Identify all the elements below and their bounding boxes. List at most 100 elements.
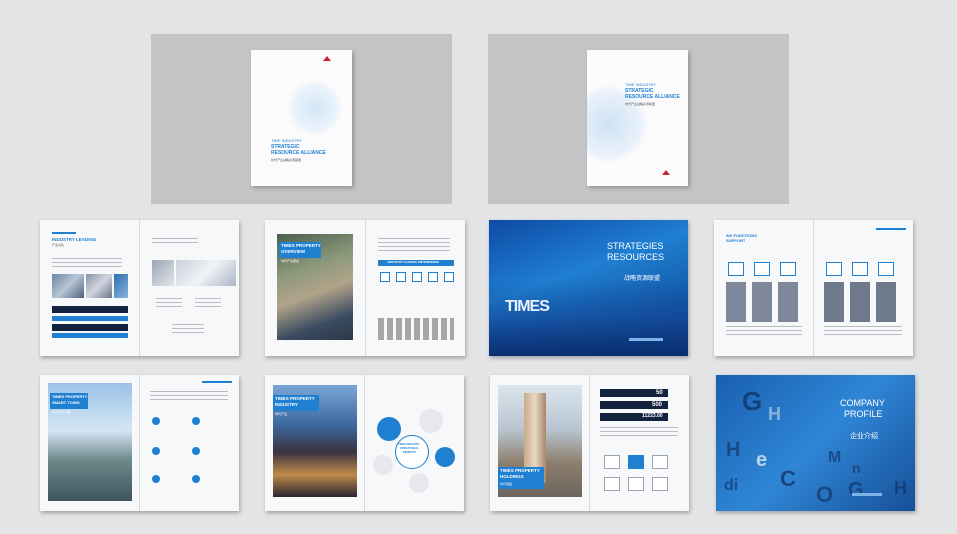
feature-icon [192, 417, 200, 425]
spread-title-line2: INDUSTRY [275, 402, 298, 407]
spread-title-line2: SMART TOWN [52, 400, 80, 405]
info-bar [52, 306, 128, 313]
brochure-spread-industry-leading: INDUSTRY LEADING 产业领先 [40, 220, 239, 356]
function-icon [878, 262, 894, 276]
benefit-circle [435, 447, 455, 467]
body-text [52, 258, 122, 268]
stat-value: 500 [652, 402, 663, 408]
info-bar [52, 333, 128, 338]
spread-subtitle: 企业介绍 [850, 433, 878, 440]
body-text [195, 298, 221, 308]
function-icon [754, 262, 770, 276]
service-icon [604, 455, 620, 469]
spread-subtitle: 时代产业小镇 [52, 410, 71, 414]
deco-letter: n [852, 460, 861, 476]
brochure-spread-strategies: TIMES STRATEGIES RESOURCES 战略资源联盟 [489, 220, 688, 356]
function-icon [728, 262, 744, 276]
spread-subtitle: 产业领先 [52, 243, 65, 247]
spread-title-line1: COMPANY [840, 398, 885, 408]
heading-rule [202, 381, 232, 383]
brochure-spread-smart-town: TIMES PROPERTY SMART TOWN 时代产业小镇 [40, 375, 239, 511]
photo-tech [114, 274, 128, 298]
deco-letter: di [724, 477, 739, 494]
service-icon [628, 477, 644, 491]
photo-crowd [86, 274, 112, 298]
deco-letter: H [894, 478, 907, 498]
stat-value: 50 [656, 390, 663, 396]
spread-title-line2: SUPPORT [726, 238, 746, 243]
body-text [172, 324, 204, 334]
deco-letter: e [756, 449, 768, 471]
body-text [824, 326, 902, 336]
benefit-circle [409, 473, 429, 493]
brochure-spread-overview: TIMES PROPERTY OVERVIEW 时代产业概述 INDUSTRY … [265, 220, 465, 356]
brochure-spread-six-functions: SIX FUNCTIONS SUPPORT [714, 220, 913, 356]
spread-subtitle: 时代控股 [500, 482, 513, 486]
function-icon [780, 262, 796, 276]
photo-lobby [489, 280, 688, 356]
function-icon [826, 262, 842, 276]
info-bar [52, 316, 128, 321]
spread-title-line1: STRATEGIES [607, 241, 664, 251]
heading-rule [52, 232, 76, 234]
cover-title-line3: RESOURCE ALLIANCE [271, 150, 326, 156]
service-icon [652, 455, 668, 469]
deco-letter: M [828, 449, 842, 466]
cover-title-line1: TIME INDUSTRY [625, 82, 657, 87]
photo-grid [726, 282, 802, 322]
feature-icon [152, 475, 160, 483]
feature-icon [152, 417, 160, 425]
center-label-3: BENEFITS [403, 451, 416, 454]
photo-lab-team [176, 260, 236, 286]
lobby-sign: TIMES [505, 298, 550, 315]
cover-title-line1: TIME INDUSTRY [271, 138, 303, 143]
stat-value: 11223.00 [642, 413, 663, 419]
industry-icon [443, 272, 454, 282]
deco-letter: C [780, 466, 796, 491]
spread-title-line2: RESOURCES [607, 252, 665, 262]
brochure-cover-front: TIME INDUSTRY STRATEGIC RESOURCE ALLIANC… [251, 50, 352, 186]
benefit-circle [377, 417, 401, 441]
body-text [156, 298, 182, 308]
industry-icon [379, 272, 390, 282]
cover-title-line3: RESOURCE ALLIANCE [625, 94, 680, 100]
deco-letter: G [742, 386, 763, 416]
spread-subtitle: 时代产业 [275, 412, 288, 416]
body-text [152, 238, 198, 244]
brochure-cover-back: TIME INDUSTRY STRATEGIC RESOURCE ALLIANC… [587, 50, 688, 186]
industry-icon [427, 272, 438, 282]
globe-graphic [287, 80, 343, 136]
heading-rule [876, 228, 906, 230]
service-icon [652, 477, 668, 491]
brand-logo-icon [323, 56, 332, 61]
deco-letter: O [816, 482, 834, 507]
deco-letter: G [848, 479, 864, 501]
spread-subtitle: 战略资源联盟 [624, 276, 661, 282]
body-text [726, 326, 802, 336]
feature-icon [192, 447, 200, 455]
brochure-spread-industry: TIMES PROPERTY INDUSTRY 时代产业 TIMES INDUS… [265, 375, 464, 511]
deco-letter: H [768, 404, 781, 424]
cover-subtitle: 时代产业战略资源联盟 [271, 158, 302, 162]
brochure-spread-company-profile: G H H e di C O M n H G COMPANY PROFILE 企… [716, 375, 915, 511]
benefit-circle [419, 409, 443, 433]
photo-lab [152, 260, 174, 286]
body-text [600, 427, 678, 439]
spread-subtitle: 时代产业概述 [281, 259, 300, 263]
benefit-circle [373, 455, 393, 475]
footer-caption [852, 493, 882, 496]
spread-title-line2: OVERVIEW [281, 249, 306, 254]
photo-grid [824, 282, 902, 322]
brochure-spread-holdings: TIMES PROPERTY HOLDINGS 时代控股 50 500 1122… [490, 375, 689, 511]
body-text [150, 391, 228, 403]
info-bar [52, 324, 128, 331]
industry-icon [411, 272, 422, 282]
function-icon [852, 262, 868, 276]
brand-logo-icon [662, 170, 671, 175]
body-text [377, 238, 450, 252]
feature-icon [152, 447, 160, 455]
industry-icon [395, 272, 406, 282]
partner-logos [377, 318, 454, 340]
footer-caption [629, 338, 663, 341]
spread-title-line2: PROFILE [844, 409, 883, 419]
